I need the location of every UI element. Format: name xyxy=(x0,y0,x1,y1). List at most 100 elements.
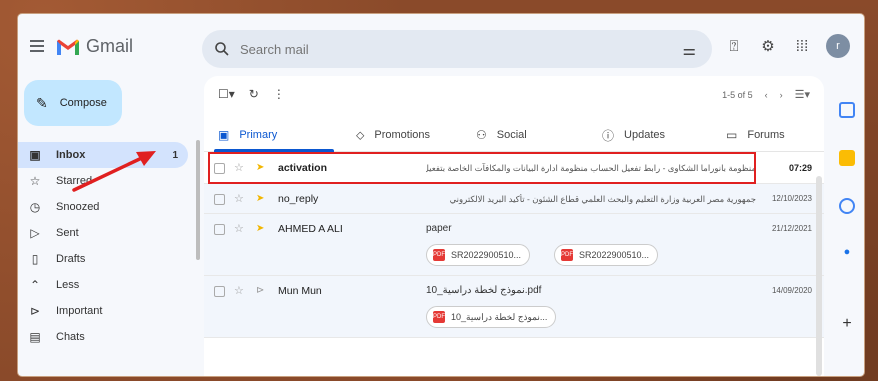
star-icon: ☆ xyxy=(29,174,41,188)
add-addon-icon[interactable]: + xyxy=(839,315,855,332)
gmail-m-icon xyxy=(56,38,80,56)
density-icon[interactable]: ☰▾ xyxy=(795,88,810,101)
tasks-icon[interactable] xyxy=(839,198,855,214)
tab-social[interactable]: ⚇ Social xyxy=(476,118,527,152)
star-icon[interactable]: ☆ xyxy=(234,222,244,235)
attachment-chip[interactable]: PDF SR2022900510... xyxy=(554,244,659,266)
sidebar-item-label: Chats xyxy=(56,331,85,343)
compose-label: Compose xyxy=(59,97,107,109)
search-options-icon[interactable]: ⚌ xyxy=(683,41,696,59)
avatar-letter: r xyxy=(836,40,840,52)
red-arrow-annotation xyxy=(72,151,156,192)
email-row[interactable]: ☆ ➤ activation منظومة بانوراما الشكاوى -… xyxy=(204,152,824,184)
email-date: 14/09/2020 xyxy=(771,286,812,295)
sidebar-scrollbar[interactable] xyxy=(196,140,200,260)
main-menu-icon[interactable] xyxy=(30,40,44,52)
attachment-name: SR2022900510... xyxy=(451,250,522,260)
mail-list-panel: ☐▾ ↻ ⋮ 1-5 of 5 ‹ › ☰▾ ▣ Primary ⬦ Promo… xyxy=(204,76,824,376)
tab-label: Forums xyxy=(747,129,785,141)
list-toolbar: ☐▾ ↻ ⋮ 1-5 of 5 ‹ › ☰▾ xyxy=(204,76,824,112)
tab-label: Updates xyxy=(624,129,665,141)
inbox-unread-count: 1 xyxy=(172,149,178,161)
inbox-icon: ▣ xyxy=(29,148,41,162)
email-subject: نموذج لخطة دراسية_10.pdf xyxy=(426,285,542,296)
email-row[interactable]: ☆ ➤ AHMED A ALI paper 21/12/2021 PDF SR2… xyxy=(204,214,824,276)
sidebar-item-sent[interactable]: ▷ Sent xyxy=(18,220,198,246)
select-all-checkbox[interactable]: ☐▾ xyxy=(218,87,235,101)
row-checkbox[interactable] xyxy=(214,224,225,235)
more-options-icon[interactable]: ⋮ xyxy=(273,87,285,101)
keep-icon[interactable] xyxy=(839,150,855,166)
sidebar-item-label: Sent xyxy=(56,227,79,239)
important-marker-icon[interactable]: ➤ xyxy=(256,223,264,234)
email-subject: منظومة بانوراما الشكاوى - رابط تفعيل الح… xyxy=(426,163,756,173)
prev-page-icon[interactable]: ‹ xyxy=(765,90,768,100)
tab-label: Social xyxy=(496,129,527,141)
email-sender: Mun Mun xyxy=(278,285,322,297)
tab-forums[interactable]: ▭ Forums xyxy=(726,118,785,152)
tab-promotions[interactable]: ⬦ Promotions xyxy=(356,118,430,152)
email-date: 21/12/2021 xyxy=(771,224,812,233)
pdf-icon: PDF xyxy=(561,249,573,261)
email-subject: جمهورية مصر العربية وزارة التعليم والبحث… xyxy=(449,194,756,204)
star-icon[interactable]: ☆ xyxy=(234,161,244,174)
search-bar[interactable]: ⚌ xyxy=(202,30,712,68)
chat-icon: ▤ xyxy=(29,330,41,344)
contacts-icon[interactable]: ● xyxy=(839,244,855,260)
email-row[interactable]: ☆ ➤ no_reply جمهورية مصر العربية وزارة ا… xyxy=(204,184,824,214)
sidebar-item-chats[interactable]: ▤ Chats xyxy=(18,324,198,350)
category-tabs: ▣ Primary ⬦ Promotions ⚇ Social ⓘ Update… xyxy=(204,118,824,152)
gmail-logo[interactable]: Gmail xyxy=(56,36,133,57)
sidebar-item-label: Less xyxy=(56,279,80,291)
settings-icon[interactable]: ⚙ xyxy=(758,36,778,56)
info-icon: ⓘ xyxy=(602,128,615,143)
email-date: 12/10/2023 xyxy=(771,194,812,203)
compose-button[interactable]: ✎ Compose xyxy=(24,80,122,126)
next-page-icon[interactable]: › xyxy=(780,90,783,100)
email-row[interactable]: ☆ ⊳ Mun Mun نموذج لخطة دراسية_10.pdf 14/… xyxy=(204,276,824,338)
tab-updates[interactable]: ⓘ Updates xyxy=(602,118,665,152)
tab-label: Promotions xyxy=(374,129,431,141)
row-checkbox[interactable] xyxy=(214,194,225,205)
search-icon[interactable] xyxy=(214,41,230,57)
important-marker-icon[interactable]: ➤ xyxy=(256,162,264,173)
forum-icon: ▭ xyxy=(726,128,738,142)
search-input[interactable] xyxy=(240,41,640,57)
important-marker-icon[interactable]: ⊳ xyxy=(256,285,264,296)
star-icon[interactable]: ☆ xyxy=(234,284,244,297)
pager-text: 1-5 of 5 xyxy=(722,89,753,100)
sidebar-item-less[interactable]: ⌃ Less xyxy=(18,272,198,298)
attachment-chip[interactable]: PDF نموذج لخطة دراسية_10... xyxy=(426,306,557,328)
mail-list-scrollbar[interactable] xyxy=(816,176,822,376)
email-subject: paper xyxy=(426,223,452,234)
sidebar-item-important[interactable]: ⊳ Important xyxy=(18,298,198,324)
email-list: ☆ ➤ activation منظومة بانوراما الشكاوى -… xyxy=(204,152,824,338)
row-checkbox[interactable] xyxy=(214,163,225,174)
attachment-name: SR2022900510... xyxy=(579,250,650,260)
pdf-icon: PDF xyxy=(433,311,445,323)
people-icon: ⚇ xyxy=(476,128,487,142)
send-icon: ▷ xyxy=(30,226,40,240)
clock-icon: ◷ xyxy=(29,200,41,214)
refresh-icon[interactable]: ↻ xyxy=(249,87,259,101)
avatar[interactable]: r xyxy=(826,34,850,58)
row-checkbox[interactable] xyxy=(214,286,225,297)
sidebar-item-label: Important xyxy=(56,305,103,317)
email-sender: AHMED A ALI xyxy=(278,223,343,235)
pencil-icon: ✎ xyxy=(36,94,48,111)
calendar-icon[interactable] xyxy=(839,102,855,118)
email-sender: activation xyxy=(278,162,328,174)
email-date: 07:29 xyxy=(788,163,812,173)
tab-primary[interactable]: ▣ Primary xyxy=(218,118,277,152)
pager: 1-5 of 5 ‹ › ☰▾ xyxy=(722,88,810,101)
sidebar-item-snoozed[interactable]: ◷ Snoozed xyxy=(18,194,198,220)
gmail-window: Gmail ⚌ ⍰ ⚙ ⁞⁞⁞ r ✎ Compose ▣ Inbox 1 ☆ xyxy=(18,14,864,376)
inbox-icon: ▣ xyxy=(218,128,230,142)
apps-grid-icon[interactable]: ⁞⁞⁞ xyxy=(792,36,812,56)
important-marker-icon[interactable]: ➤ xyxy=(256,193,264,204)
help-icon[interactable]: ⍰ xyxy=(724,36,744,56)
sidebar-item-drafts[interactable]: ▯ Drafts xyxy=(18,246,198,272)
star-icon[interactable]: ☆ xyxy=(234,192,244,205)
attachment-chip[interactable]: PDF SR2022900510... xyxy=(426,244,531,266)
email-sender: no_reply xyxy=(278,193,319,205)
